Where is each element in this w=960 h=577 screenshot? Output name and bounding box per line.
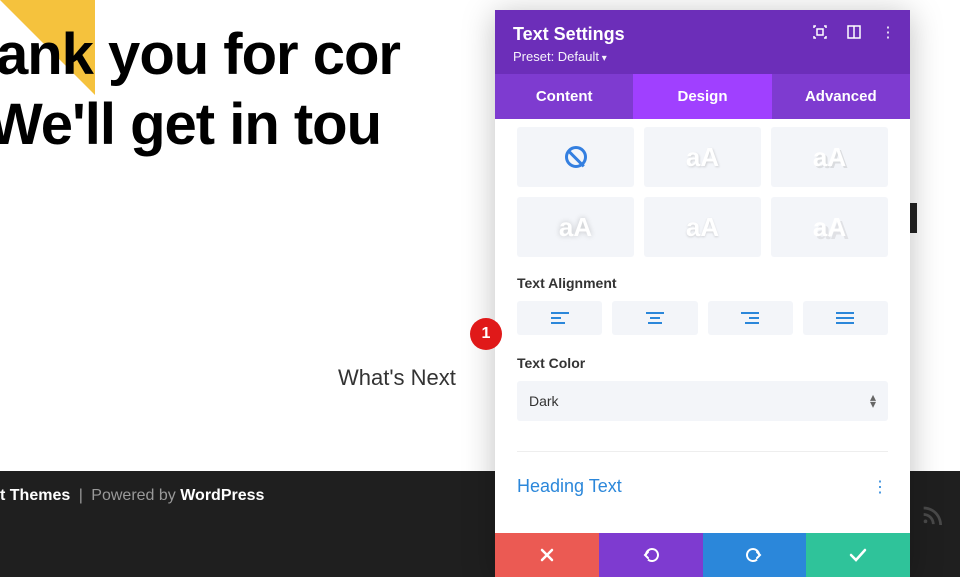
annotation-badge-1: 1 — [470, 318, 502, 350]
align-center-button[interactable] — [612, 301, 697, 335]
align-left-button[interactable] — [517, 301, 602, 335]
text-color-value: Dark — [529, 393, 559, 409]
columns-icon[interactable] — [846, 24, 862, 40]
undo-button[interactable] — [599, 533, 703, 577]
text-shadow-option-5[interactable]: aA — [771, 197, 888, 257]
undo-icon — [642, 547, 660, 563]
heading-line-1: ank you for cor — [0, 20, 400, 90]
tab-design[interactable]: Design — [633, 74, 771, 119]
heading-text-section[interactable]: Heading Text ⋮ — [517, 451, 888, 509]
rss-icon[interactable] — [920, 503, 942, 525]
heading-line-2: We'll get in tou — [0, 90, 400, 160]
text-alignment-row — [517, 301, 888, 335]
text-alignment-label: Text Alignment — [517, 275, 888, 291]
whats-next-heading: What's Next — [338, 365, 456, 391]
text-shadow-option-1[interactable]: aA — [644, 127, 761, 187]
panel-header: Text Settings Preset: Default ⋮ — [495, 10, 910, 74]
footer-wordpress-link[interactable]: WordPress — [180, 487, 264, 504]
check-icon — [849, 548, 867, 562]
save-button[interactable] — [806, 533, 910, 577]
panel-footer — [495, 533, 910, 577]
redo-icon — [745, 547, 763, 563]
preset-selector[interactable]: Preset: Default — [513, 49, 892, 64]
tab-content[interactable]: Content — [495, 74, 633, 119]
align-justify-button[interactable] — [803, 301, 888, 335]
tab-advanced[interactable]: Advanced — [772, 74, 910, 119]
text-shadow-option-2[interactable]: aA — [771, 127, 888, 187]
select-arrows-icon: ▴▾ — [870, 394, 876, 408]
heading-text-more-icon[interactable]: ⋮ — [872, 477, 888, 497]
settings-panel: Text Settings Preset: Default ⋮ Content … — [495, 10, 910, 577]
heading-text-label: Heading Text — [517, 476, 622, 497]
text-shadow-option-3[interactable]: aA — [517, 197, 634, 257]
footer-separator: | — [74, 487, 87, 504]
text-shadow-grid: aA aA aA aA aA — [517, 127, 888, 257]
text-shadow-option-4[interactable]: aA — [644, 197, 761, 257]
redo-button[interactable] — [703, 533, 807, 577]
footer-powered-label: Powered by — [91, 487, 180, 504]
footer-themes-link[interactable]: t Themes — [0, 487, 70, 504]
text-color-select[interactable]: Dark ▴▾ — [517, 381, 888, 421]
none-icon — [565, 146, 587, 168]
panel-tabs: Content Design Advanced — [495, 74, 910, 119]
panel-body: aA aA aA aA aA Text Alignment Text Color… — [495, 119, 910, 533]
side-handle[interactable] — [909, 203, 917, 233]
text-color-label: Text Color — [517, 355, 888, 371]
close-icon — [539, 547, 555, 563]
cancel-button[interactable] — [495, 533, 599, 577]
page-heading: ank you for cor We'll get in tou — [0, 20, 400, 159]
expand-icon[interactable] — [812, 24, 828, 40]
text-shadow-none[interactable] — [517, 127, 634, 187]
more-icon[interactable]: ⋮ — [880, 24, 896, 40]
align-right-button[interactable] — [708, 301, 793, 335]
